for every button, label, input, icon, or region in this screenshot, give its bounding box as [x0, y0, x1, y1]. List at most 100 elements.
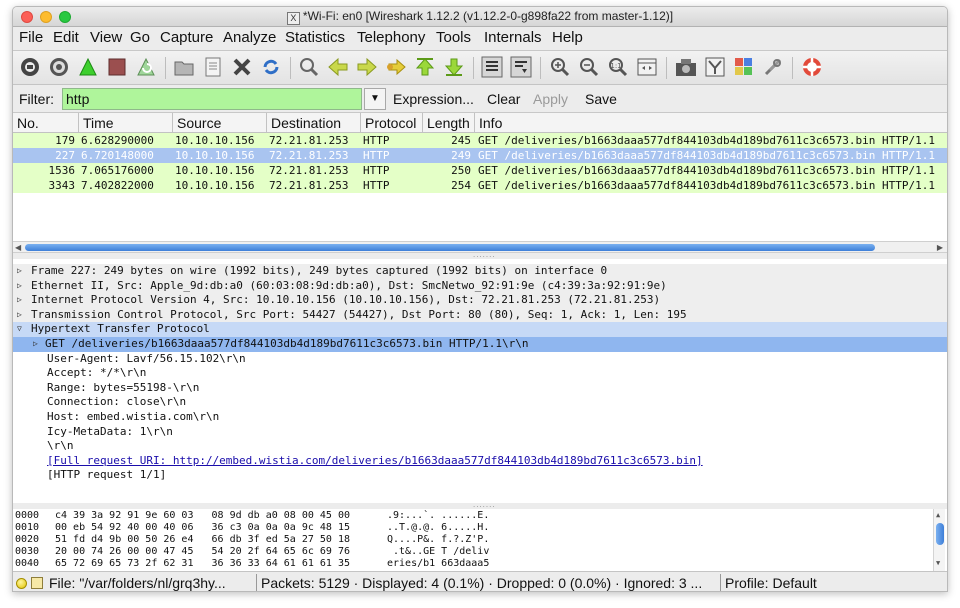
stop-capture-icon[interactable]	[106, 56, 128, 78]
menu-file[interactable]: File	[19, 29, 43, 46]
menu-analyze[interactable]: Analyze	[223, 29, 276, 46]
packet-protocol: HTTP	[363, 164, 390, 177]
save-file-icon[interactable]	[202, 56, 224, 78]
preferences-icon[interactable]	[762, 56, 784, 78]
status-profile[interactable]: Profile: Default	[725, 574, 925, 591]
detail-row[interactable]: Range: bytes=55198-\r\n	[13, 381, 947, 396]
hex-row[interactable]: 0010 00 eb 54 92 40 00 40 06 36 c3 0a 0a …	[15, 522, 915, 534]
detail-row-text: \r\n	[47, 439, 74, 453]
apply-button[interactable]: Apply	[533, 91, 568, 107]
detail-row[interactable]: ▷ Frame 227: 249 bytes on wire (1992 bits…	[13, 264, 947, 279]
packet-row[interactable]: 3343 7.402822000 10.10.10.156 72.21.81.2…	[13, 178, 947, 193]
hex-row[interactable]: 0000 c4 39 3a 92 91 9e 60 03 08 9d db a0 …	[15, 510, 915, 522]
column-header-source[interactable]: Source	[173, 113, 267, 133]
packet-protocol: HTTP	[363, 179, 390, 192]
expand-triangle-icon[interactable]: ▷	[17, 293, 22, 308]
packet-destination: 72.21.81.253	[269, 134, 349, 147]
expand-triangle-icon[interactable]: ▷	[17, 308, 22, 323]
column-header-info[interactable]: Info	[475, 113, 947, 133]
detail-row-text: Transmission Control Protocol, Src Port:…	[31, 307, 687, 321]
go-forward-icon[interactable]	[356, 56, 378, 78]
zoom-out-icon[interactable]	[578, 56, 600, 78]
menu-telephony[interactable]: Telephony	[357, 29, 425, 46]
capture-comments-icon[interactable]	[31, 577, 43, 589]
column-header-destination[interactable]: Destination	[267, 113, 361, 133]
detail-row[interactable]: Accept: */*\r\n	[13, 366, 947, 381]
vscroll-thumb[interactable]	[936, 523, 944, 545]
detail-row[interactable]: Icy-MetaData: 1\r\n	[13, 425, 947, 440]
save-filter-button[interactable]: Save	[585, 91, 617, 107]
detail-row[interactable]: [Full request URI: http://embed.wistia.c…	[13, 454, 947, 469]
packet-list-hscrollbar[interactable]: ◀ ▶	[13, 241, 947, 253]
full-request-uri-link[interactable]: [Full request URI: http://embed.wistia.c…	[47, 454, 703, 469]
menu-capture[interactable]: Capture	[160, 29, 213, 46]
packet-row-selected[interactable]: 227 6.720148000 10.10.10.156 72.21.81.25…	[13, 148, 947, 163]
detail-row[interactable]: [HTTP request 1/1]	[13, 468, 947, 483]
hscroll-thumb[interactable]	[25, 244, 875, 251]
close-file-icon[interactable]	[231, 56, 253, 78]
menu-statistics[interactable]: Statistics	[285, 29, 345, 46]
colorize-icon[interactable]	[481, 56, 503, 78]
expert-info-icon[interactable]	[16, 578, 27, 589]
packet-row[interactable]: 1536 7.065176000 10.10.10.156 72.21.81.2…	[13, 163, 947, 178]
detail-row[interactable]: ▷ Ethernet II, Src: Apple_9d:db:a0 (60:03…	[13, 278, 947, 294]
auto-scroll-icon[interactable]	[510, 56, 532, 78]
scroll-up-icon[interactable]: ▲	[936, 511, 940, 519]
find-packet-icon[interactable]	[298, 56, 320, 78]
open-file-icon[interactable]	[173, 56, 195, 78]
resize-columns-icon[interactable]	[636, 56, 658, 78]
detail-row[interactable]: ▷ GET /deliveries/b1663daaa577df844103db4…	[13, 337, 947, 352]
expression-button[interactable]: Expression...	[393, 91, 474, 107]
display-filter-input[interactable]: http	[62, 88, 362, 110]
menu-help[interactable]: Help	[552, 29, 583, 46]
zoom-in-icon[interactable]	[549, 56, 571, 78]
menu-internals[interactable]: Internals	[484, 29, 542, 46]
display-filters-icon[interactable]	[704, 56, 726, 78]
expand-triangle-icon[interactable]: ▷	[17, 279, 22, 294]
detail-row[interactable]: ▽ Hypertext Transfer Protocol	[13, 322, 947, 337]
detail-row[interactable]: User-Agent: Lavf/56.15.102\r\n	[13, 352, 947, 367]
column-header-protocol[interactable]: Protocol	[361, 113, 423, 133]
help-icon[interactable]	[801, 56, 823, 78]
detail-row[interactable]: Connection: close\r\n	[13, 395, 947, 410]
scroll-down-icon[interactable]: ▼	[936, 559, 940, 567]
clear-button[interactable]: Clear	[487, 91, 520, 107]
packet-row[interactable]: 179 6.628290000 10.10.10.156 72.21.81.25…	[13, 133, 947, 148]
normal-size-icon[interactable]: 1:1	[607, 56, 629, 78]
bytes-vscrollbar[interactable]: ▲ ▼	[933, 509, 945, 571]
scroll-left-icon[interactable]: ◀	[15, 242, 21, 253]
menu-view[interactable]: View	[90, 29, 122, 46]
hex-row[interactable]: 0020 51 fd d4 9b 00 50 26 e4 66 db 3f ed …	[15, 534, 915, 546]
scroll-right-icon[interactable]: ▶	[937, 242, 943, 253]
expand-triangle-open-icon[interactable]: ▽	[17, 322, 22, 337]
expand-triangle-icon[interactable]: ▷	[17, 264, 22, 279]
menu-edit[interactable]: Edit	[53, 29, 79, 46]
detail-row[interactable]: ▷ Transmission Control Protocol, Src Port…	[13, 307, 947, 323]
detail-row[interactable]: ▷ Internet Protocol Version 4, Src: 10.10…	[13, 293, 947, 308]
detail-row-text: User-Agent: Lavf/56.15.102\r\n	[47, 351, 246, 365]
detail-row[interactable]: \r\n	[13, 439, 947, 454]
column-header-no[interactable]: No.	[13, 113, 79, 133]
expand-triangle-icon[interactable]: ▷	[33, 337, 38, 352]
column-header-time[interactable]: Time	[79, 113, 173, 133]
menu-tools[interactable]: Tools	[436, 29, 471, 46]
interface-list-icon[interactable]	[19, 56, 41, 78]
hex-row[interactable]: 0030 20 00 74 26 00 00 47 45 54 20 2f 64 …	[15, 546, 915, 558]
go-first-icon[interactable]	[414, 56, 436, 78]
hex-row[interactable]: 0040 65 72 69 65 73 2f 62 31 36 36 33 64 …	[15, 558, 915, 570]
reload-icon[interactable]	[260, 56, 282, 78]
go-back-icon[interactable]	[327, 56, 349, 78]
packet-length: 249	[451, 149, 471, 162]
start-capture-icon[interactable]	[77, 56, 99, 78]
status-bar: File: "/var/folders/nl/grq3hy... Packets…	[13, 571, 947, 591]
capture-filters-icon[interactable]	[675, 56, 697, 78]
column-header-length[interactable]: Length	[423, 113, 475, 133]
capture-options-icon[interactable]	[48, 56, 70, 78]
go-last-icon[interactable]	[443, 56, 465, 78]
detail-row[interactable]: Host: embed.wistia.com\r\n	[13, 410, 947, 425]
coloring-rules-icon[interactable]	[733, 56, 755, 78]
filter-history-dropdown[interactable]: ▼	[364, 88, 386, 110]
restart-capture-icon[interactable]	[135, 56, 157, 78]
go-to-packet-icon[interactable]	[385, 56, 407, 78]
menu-go[interactable]: Go	[130, 29, 150, 46]
